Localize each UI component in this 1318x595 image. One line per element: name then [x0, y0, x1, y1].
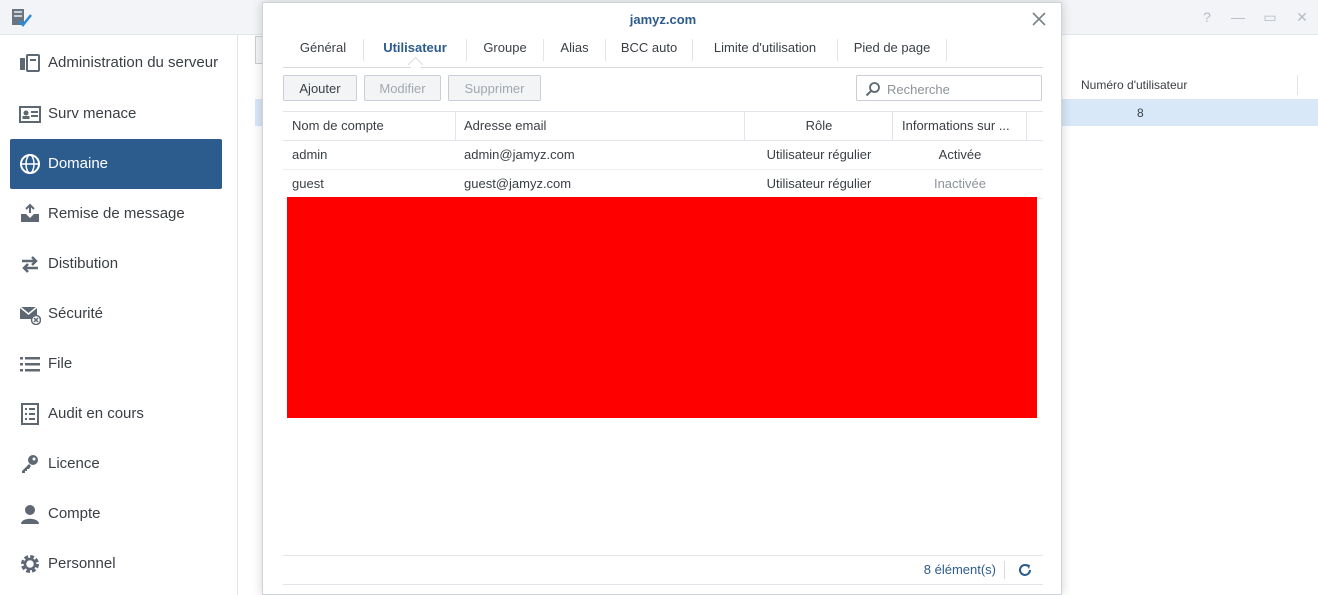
user-number-column-header: Numéro d'utilisateur [1081, 78, 1188, 92]
help-icon[interactable]: ? [1198, 8, 1216, 26]
list-icon [18, 352, 42, 376]
sidebar-item-label: Domaine [48, 155, 109, 172]
minimize-icon[interactable]: — [1229, 8, 1247, 26]
account-cell: admin [292, 147, 328, 162]
table-header: Nom de compte Adresse email Rôle Informa… [283, 111, 1043, 141]
mail-server-icon [12, 9, 32, 27]
sidebar-item-label: Personnel [48, 555, 116, 572]
tab-usage-limit[interactable]: Limite d'utilisation [693, 35, 837, 65]
sidebar-item-security[interactable]: Sécurité [10, 289, 222, 339]
threat-monitor-icon [18, 102, 42, 126]
delete-button[interactable]: Supprimer [448, 75, 541, 101]
sidebar-item-label: Administration du serveur [48, 54, 219, 71]
tab-bar: Général Utilisateur Groupe Alias BCC aut… [283, 35, 1043, 73]
sidebar-item-label: Compte [48, 505, 101, 522]
sidebar-item-label: Licence [48, 455, 100, 472]
sidebar-item-license[interactable]: Licence [10, 439, 222, 489]
refresh-icon[interactable] [1017, 562, 1033, 578]
status-cell: Activée [938, 147, 982, 162]
sidebar-item-label: Remise de message [48, 205, 185, 222]
tab-group[interactable]: Groupe [467, 35, 543, 65]
column-header-account[interactable]: Nom de compte [292, 118, 384, 133]
table-row[interactable]: admin admin@jamyz.com Utilisateur réguli… [283, 141, 1043, 170]
tab-auto-bcc[interactable]: BCC auto [606, 35, 692, 65]
column-header-email[interactable]: Adresse email [464, 118, 546, 133]
role-cell: Utilisateur régulier [766, 176, 872, 191]
status-cell: Inactivée [933, 176, 987, 191]
tab-general[interactable]: Général [283, 35, 363, 65]
inbox-delivery-icon [18, 202, 42, 226]
sidebar-item-message-delivery[interactable]: Remise de message [10, 189, 222, 239]
sidebar-item-server-admin[interactable]: Administration du serveur [10, 39, 222, 87]
email-cell: guest@jamyz.com [464, 176, 572, 191]
user-table: Nom de compte Adresse email Rôle Informa… [283, 111, 1043, 199]
sidebar: Administration du serveur Surv menace Do… [0, 35, 238, 595]
dialog-title: jamyz.com [629, 12, 697, 27]
item-count: 8 élément(s) [923, 562, 996, 577]
column-header-role[interactable]: Rôle [745, 118, 893, 133]
domain-dialog: jamyz.com Général Utilisateur Groupe Ali… [262, 2, 1062, 595]
column-header-info[interactable]: Informations sur ... [902, 118, 1022, 133]
swap-arrows-icon [18, 252, 42, 276]
role-cell: Utilisateur régulier [766, 147, 872, 162]
sidebar-item-label: File [48, 355, 73, 372]
account-cell: guest [292, 176, 324, 191]
column-divider[interactable] [1026, 112, 1027, 140]
column-divider[interactable] [892, 112, 893, 140]
table-footer: 8 élément(s) [283, 555, 1043, 585]
column-divider[interactable] [455, 112, 456, 140]
sidebar-item-distribution[interactable]: Distibution [10, 239, 222, 289]
tab-footer[interactable]: Pied de page [838, 35, 946, 65]
sidebar-item-label: Distibution [48, 255, 119, 272]
table-row[interactable]: guest guest@jamyz.com Utilisateur réguli… [283, 170, 1043, 199]
search-icon [865, 82, 880, 97]
gear-icon [18, 552, 42, 576]
server-admin-icon [18, 51, 42, 75]
tab-alias[interactable]: Alias [544, 35, 605, 65]
sidebar-item-threat-monitor[interactable]: Surv menace [10, 89, 222, 139]
close-icon[interactable] [1031, 11, 1047, 27]
key-icon [18, 452, 42, 476]
background-table-row[interactable]: 8 [1062, 99, 1318, 126]
search-box [856, 75, 1042, 101]
close-icon[interactable]: ✕ [1293, 8, 1311, 26]
tab-divider [946, 39, 947, 61]
sidebar-item-queue[interactable]: File [10, 339, 222, 389]
sidebar-item-label: Sécurité [48, 305, 104, 322]
sidebar-item-domain[interactable]: Domaine [10, 139, 222, 189]
footer-divider [1004, 561, 1005, 579]
sidebar-item-personal[interactable]: Personnel [10, 539, 222, 589]
sidebar-item-label: Surv menace [48, 105, 137, 122]
sidebar-item-account[interactable]: Compte [10, 489, 222, 539]
sidebar-item-audit[interactable]: Audit en cours [10, 389, 222, 439]
redacted-region [287, 197, 1037, 418]
column-divider [1297, 75, 1298, 95]
add-button[interactable]: Ajouter [283, 75, 357, 101]
globe-icon [18, 152, 42, 176]
user-number-cell: 8 [1137, 106, 1144, 120]
maximize-icon[interactable]: ▭ [1261, 8, 1279, 26]
search-input[interactable] [885, 79, 1039, 99]
background-table-header: Numéro d'utilisateur [1062, 71, 1318, 100]
user-icon [18, 502, 42, 526]
mail-security-icon [18, 302, 42, 326]
sidebar-item-label: Audit en cours [48, 405, 144, 422]
edit-button[interactable]: Modifier [364, 75, 441, 101]
audit-icon [18, 402, 42, 426]
email-cell: admin@jamyz.com [464, 147, 575, 162]
